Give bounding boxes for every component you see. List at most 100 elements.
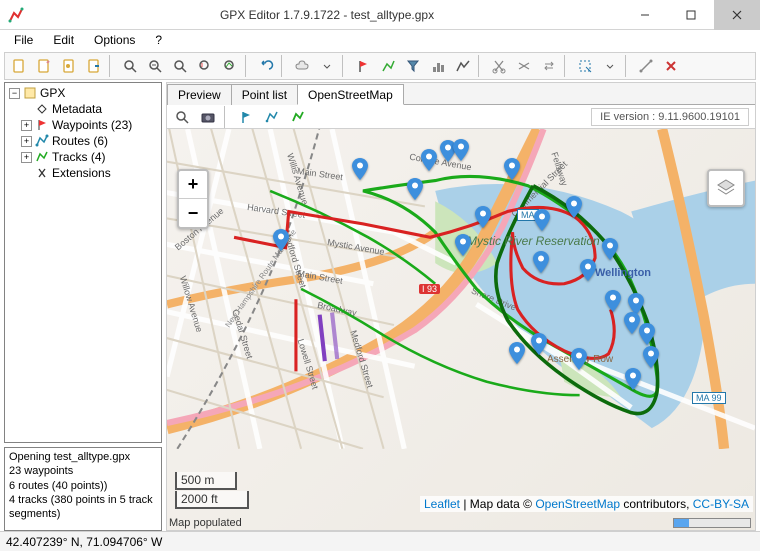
app-icon xyxy=(8,7,24,23)
map-marker[interactable] xyxy=(605,290,621,312)
map-tool-wpt[interactable] xyxy=(234,106,258,128)
gpx-icon xyxy=(23,86,37,100)
tool-zoom-trk[interactable] xyxy=(218,55,242,77)
tool-save[interactable] xyxy=(57,55,81,77)
tree-item-tracks[interactable]: + Tracks (4) xyxy=(21,149,159,165)
tool-cloud[interactable] xyxy=(290,55,314,77)
expand-icon[interactable]: + xyxy=(21,136,32,147)
tool-cloud-dd[interactable] xyxy=(315,55,339,77)
tool-delete[interactable] xyxy=(659,55,683,77)
layers-button[interactable] xyxy=(707,169,745,207)
tool-zoom-in[interactable] xyxy=(118,55,142,77)
tool-export[interactable] xyxy=(82,55,106,77)
map-label-mystic: Mystic River Reservation xyxy=(467,234,600,248)
zoom-in-button[interactable]: + xyxy=(179,171,207,199)
map-marker[interactable] xyxy=(533,251,549,273)
map-marker[interactable] xyxy=(643,346,659,368)
map-tool-rte[interactable] xyxy=(260,106,284,128)
map-marker[interactable] xyxy=(273,229,289,251)
map-marker[interactable] xyxy=(566,196,582,218)
minimize-button[interactable] xyxy=(622,0,668,30)
tree-item-extensions[interactable]: Extensions xyxy=(21,165,159,181)
menu-bar: File Edit Options ? xyxy=(0,30,760,50)
tool-new[interactable] xyxy=(7,55,31,77)
status-bar: 42.407239° N, 71.094706° W xyxy=(0,531,760,551)
map-marker[interactable] xyxy=(534,209,550,231)
osm-link[interactable]: OpenStreetMap xyxy=(535,497,620,511)
tree-item-waypoints[interactable]: + Waypoints (23) xyxy=(21,117,159,133)
leaflet-link[interactable]: Leaflet xyxy=(424,497,460,511)
tree-label: Extensions xyxy=(52,166,111,180)
map-canvas[interactable]: Mystic River Reservation Wellington Asse… xyxy=(167,129,755,530)
map-marker[interactable] xyxy=(407,178,423,200)
window-buttons xyxy=(622,0,760,30)
tree-root[interactable]: − GPX xyxy=(9,85,159,101)
tool-select-dd[interactable] xyxy=(598,55,622,77)
zoom-out-button[interactable]: − xyxy=(179,199,207,227)
menu-help[interactable]: ? xyxy=(147,31,170,49)
map-marker[interactable] xyxy=(580,259,596,281)
tool-cut[interactable] xyxy=(487,55,511,77)
maximize-button[interactable] xyxy=(668,0,714,30)
route-icon xyxy=(35,134,49,148)
map-marker[interactable] xyxy=(639,323,655,345)
map-marker[interactable] xyxy=(571,348,587,370)
tool-filter[interactable] xyxy=(401,55,425,77)
menu-edit[interactable]: Edit xyxy=(45,31,82,49)
map-tool-snapshot[interactable] xyxy=(196,106,220,128)
tree-label: Waypoints (23) xyxy=(52,118,132,132)
map-marker[interactable] xyxy=(624,312,640,334)
tool-undo[interactable] xyxy=(254,55,278,77)
extension-icon xyxy=(35,166,49,180)
tree-item-metadata[interactable]: Metadata xyxy=(21,101,159,117)
tool-zoom-wpt[interactable] xyxy=(193,55,217,77)
tree-item-routes[interactable]: + Routes (6) xyxy=(21,133,159,149)
tab-bar: Preview Point list OpenStreetMap xyxy=(167,83,755,105)
scale-imperial: 2000 ft xyxy=(175,491,249,509)
scale-metric: 500 m xyxy=(175,472,237,490)
log-panel: Opening test_alltype.gpx 23 waypoints 6 … xyxy=(4,447,162,531)
tab-pointlist[interactable]: Point list xyxy=(231,84,298,105)
tool-stats[interactable] xyxy=(426,55,450,77)
scale-bar: 500 m 2000 ft xyxy=(175,472,249,510)
tool-merge[interactable] xyxy=(512,55,536,77)
tree-root-label: GPX xyxy=(40,86,65,100)
map-marker[interactable] xyxy=(453,139,469,161)
expand-icon[interactable]: + xyxy=(21,120,32,131)
metadata-icon xyxy=(35,102,49,116)
map-marker[interactable] xyxy=(625,368,641,390)
zoom-control: + − xyxy=(177,169,209,229)
tree-label: Metadata xyxy=(52,102,102,116)
download-progress xyxy=(673,518,751,528)
window-title: GPX Editor 1.7.9.1722 - test_alltype.gpx xyxy=(32,8,622,22)
map-tool-trk[interactable] xyxy=(286,106,310,128)
tab-preview[interactable]: Preview xyxy=(167,84,232,105)
tool-measure[interactable] xyxy=(634,55,658,77)
map-marker[interactable] xyxy=(602,238,618,260)
tool-flag[interactable] xyxy=(351,55,375,77)
expand-icon[interactable]: + xyxy=(21,152,32,163)
map-marker[interactable] xyxy=(421,149,437,171)
tree-panel[interactable]: − GPX Metadata + Waypoints (23) xyxy=(4,82,162,443)
map-marker[interactable] xyxy=(352,158,368,180)
menu-options[interactable]: Options xyxy=(86,31,143,49)
tool-open[interactable] xyxy=(32,55,56,77)
tool-zoom-out[interactable] xyxy=(143,55,167,77)
tool-zoom-fit[interactable] xyxy=(168,55,192,77)
tab-openstreetmap[interactable]: OpenStreetMap xyxy=(297,84,404,105)
menu-file[interactable]: File xyxy=(6,31,41,49)
tool-select[interactable] xyxy=(573,55,597,77)
map-marker[interactable] xyxy=(504,158,520,180)
tool-reverse[interactable] xyxy=(537,55,561,77)
map-marker[interactable] xyxy=(455,234,471,256)
map-marker[interactable] xyxy=(509,342,525,364)
map-marker[interactable] xyxy=(531,333,547,355)
collapse-icon[interactable]: − xyxy=(9,88,20,99)
tool-route[interactable] xyxy=(376,55,400,77)
map-marker[interactable] xyxy=(475,206,491,228)
license-link[interactable]: CC-BY-SA xyxy=(693,497,749,511)
close-button[interactable] xyxy=(714,0,760,30)
map-toolbar: IE version : 9.11.9600.19101 xyxy=(167,105,755,129)
tool-elev[interactable] xyxy=(451,55,475,77)
map-tool-find[interactable] xyxy=(170,106,194,128)
